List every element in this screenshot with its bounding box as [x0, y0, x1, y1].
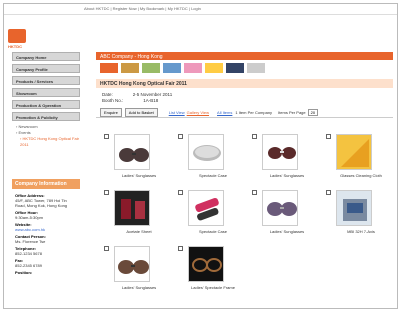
product-image[interactable] [336, 190, 372, 226]
product-image[interactable] [188, 190, 224, 226]
enquire-button[interactable]: Enquire [100, 108, 122, 117]
product-label[interactable]: Ladies' Sunglasses [104, 285, 174, 290]
product-image[interactable] [114, 134, 150, 170]
product-image[interactable] [114, 190, 150, 226]
product-image[interactable] [188, 134, 224, 170]
per-page-label: Items Per Page [278, 110, 306, 115]
section-tabs [96, 63, 393, 75]
product-checkbox[interactable] [104, 190, 109, 195]
website-link[interactable]: www.abc.com.hk [15, 227, 45, 232]
page-title: ABC Company - Hong Kong [96, 52, 393, 60]
product-checkbox[interactable] [178, 134, 183, 139]
top-links[interactable]: About HKTDC | Register Now | My Bookmark… [84, 6, 201, 11]
tab-7[interactable] [226, 63, 244, 73]
product-label[interactable]: Spectacle Case [178, 229, 248, 234]
fair-title: HKTDC Hong Kong Optical Fair 2011 [96, 79, 393, 88]
tab-2[interactable] [121, 63, 139, 73]
product-label[interactable]: Ladies' Sunglasses [252, 229, 322, 234]
hktdc-logo[interactable] [8, 29, 26, 43]
header: HKTDC [4, 15, 397, 49]
product-image[interactable] [262, 134, 298, 170]
product-checkbox[interactable] [326, 134, 331, 139]
items-per-company: 1 Item Per Company [235, 110, 273, 115]
sidebar-item-company-profile[interactable]: Company Profile [12, 64, 80, 73]
product-checkbox[interactable] [104, 246, 109, 251]
product-label[interactable]: MBI 32H 7-Axis [326, 229, 396, 234]
tab-6[interactable] [205, 63, 223, 73]
sidebar-item-showroom[interactable]: Showroom [12, 88, 80, 97]
sidebar-item-production[interactable]: Production & Operation [12, 100, 80, 109]
tab-1[interactable] [100, 63, 118, 73]
product-checkbox[interactable] [326, 190, 331, 195]
company-info: Company Information Office Address: 45/F,… [12, 179, 80, 277]
main-content: ABC Company - Hong Kong HKTDC Hong Kong … [96, 52, 393, 307]
product-image[interactable] [336, 134, 372, 170]
tab-8[interactable] [247, 63, 265, 73]
product-checkbox[interactable] [178, 246, 183, 251]
product-checkbox[interactable] [252, 190, 257, 195]
per-page-select[interactable]: 20 [307, 109, 319, 116]
sidebar-item-promotion[interactable]: Promotion & Publicity [12, 112, 80, 121]
top-bar: About HKTDC | Register Now | My Bookmark… [4, 4, 397, 15]
logo-text: HKTDC [8, 44, 22, 49]
product-image[interactable] [262, 190, 298, 226]
add-to-basket-button[interactable]: Add to Basket [124, 108, 158, 117]
list-view-link[interactable]: List View [169, 110, 185, 115]
product-label[interactable]: Glasses Cleaning Cloth [326, 173, 396, 178]
tab-4[interactable] [163, 63, 181, 73]
subnav-fair[interactable]: › HKTDC Hong Kong Optical Fair 2011 [20, 136, 87, 148]
product-checkbox[interactable] [252, 134, 257, 139]
product-checkbox[interactable] [104, 134, 109, 139]
product-label[interactable]: Ladies' Sunglasses [252, 173, 322, 178]
all-items-link[interactable]: All Items [217, 110, 232, 115]
tab-5[interactable] [184, 63, 202, 73]
sidebar-item-company-home[interactable]: Company Home [12, 52, 80, 61]
product-image[interactable] [114, 246, 150, 282]
tab-3[interactable] [142, 63, 160, 73]
product-label[interactable]: Ladies' Spectacle Frame [178, 285, 248, 290]
product-checkbox[interactable] [178, 190, 183, 195]
product-image[interactable] [188, 246, 224, 282]
product-label[interactable]: Spectacle Case [178, 173, 248, 178]
gallery-view-link[interactable]: Gallery View [187, 110, 209, 115]
toolbar: Enquire Add to Basket List View Gallery … [96, 108, 393, 118]
company-info-title: Company Information [12, 179, 80, 189]
browser-page: About HKTDC | Register Now | My Bookmark… [3, 3, 398, 309]
sidebar-item-products[interactable]: Products / Services [12, 76, 80, 85]
company-info-body: Office Address: 45/F, ABC Tower, 789 Hoi … [15, 193, 68, 275]
fair-details: Date: 2-5 November 2011 Booth No.: 1A-B18 [102, 92, 173, 103]
product-label[interactable]: Ladies' Sunglasses [104, 173, 174, 178]
product-label[interactable]: Acetate Sheet [104, 229, 174, 234]
subnav: › Newsroom › Events › HKTDC Hong Kong Op… [16, 124, 87, 148]
